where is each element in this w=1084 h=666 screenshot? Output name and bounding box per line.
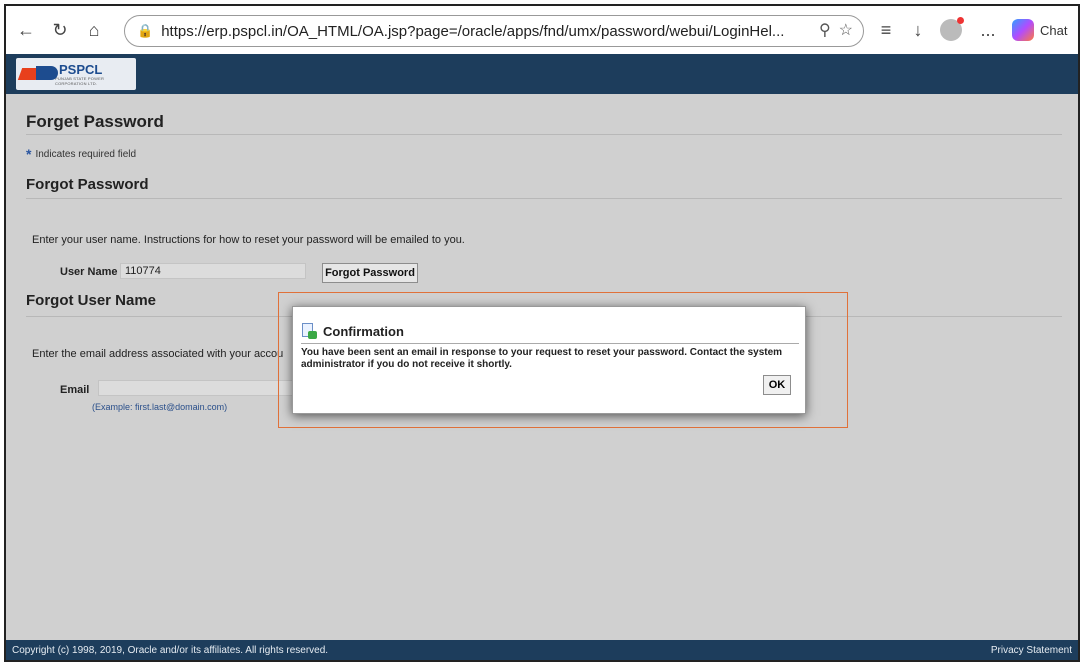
username-label: User Name [60, 266, 118, 278]
privacy-statement-link[interactable]: Privacy Statement [991, 645, 1072, 656]
required-star-icon: * [26, 146, 32, 162]
refresh-icon[interactable]: ↻ [46, 16, 74, 44]
page-content: PSPCL PUNJAB STATE POWER CORPORATION LTD… [6, 54, 1078, 660]
logo-subtext: PUNJAB STATE POWER CORPORATION LTD. [55, 75, 105, 86]
browser-window: ← ↻ ⌂ 🔒 https://erp.pspcl.in/OA_HTML/OA.… [4, 4, 1080, 662]
forgot-password-instructions: Enter your user name. Instructions for h… [32, 234, 465, 246]
forgot-password-heading: Forgot Password [26, 176, 149, 193]
copilot-icon [1012, 19, 1034, 41]
ok-button[interactable]: OK [763, 375, 791, 395]
dialog-divider [301, 343, 799, 344]
brand-header: PSPCL PUNJAB STATE POWER CORPORATION LTD… [6, 54, 1078, 94]
chat-button[interactable]: Chat [1012, 16, 1072, 44]
browser-toolbar: ← ↻ ⌂ 🔒 https://erp.pspcl.in/OA_HTML/OA.… [6, 6, 1078, 54]
section-divider [26, 198, 1062, 199]
more-menu-icon[interactable]: ... [974, 16, 1002, 44]
url-text: https://erp.pspcl.in/OA_HTML/OA.jsp?page… [161, 22, 785, 40]
username-input[interactable]: 110774 [120, 263, 306, 279]
favorites-list-icon[interactable]: ≡ [872, 16, 900, 44]
email-example: (Example: first.last@domain.com) [92, 402, 228, 412]
zoom-icon[interactable]: ⚲ [819, 20, 831, 40]
download-icon[interactable]: ↓ [904, 16, 932, 44]
home-icon[interactable]: ⌂ [80, 16, 108, 44]
logo-mark-icon [17, 62, 58, 86]
back-icon[interactable]: ← [12, 16, 40, 44]
favorite-star-icon[interactable]: ☆ [839, 20, 853, 40]
forgot-password-button[interactable]: Forgot Password [322, 263, 418, 283]
title-divider [26, 134, 1062, 135]
confirmation-icon [301, 323, 317, 339]
forgot-username-heading: Forgot User Name [26, 292, 157, 309]
copyright-text: Copyright (c) 1998, 2019, Oracle and/or … [12, 644, 329, 656]
dialog-title: Confirmation [301, 323, 404, 339]
forgot-username-instructions: Enter the email address associated with … [32, 348, 284, 360]
pspcl-logo: PSPCL PUNJAB STATE POWER CORPORATION LTD… [16, 58, 136, 90]
profile-avatar[interactable] [940, 17, 964, 41]
page-footer: Copyright (c) 1998, 2019, Oracle and/or … [6, 640, 1078, 660]
dialog-message: You have been sent an email in response … [301, 347, 783, 370]
address-bar[interactable]: 🔒 https://erp.pspcl.in/OA_HTML/OA.jsp?pa… [124, 15, 864, 47]
logo-text: PSPCL [59, 61, 103, 77]
email-input[interactable] [98, 380, 294, 396]
chat-label: Chat [1040, 22, 1068, 38]
required-note: * Indicates required field [26, 146, 137, 162]
confirmation-dialog: Confirmation You have been sent an email… [292, 306, 806, 414]
email-label: Email [60, 384, 90, 396]
page-title: Forget Password [26, 112, 164, 131]
lock-icon: 🔒 [137, 23, 154, 38]
